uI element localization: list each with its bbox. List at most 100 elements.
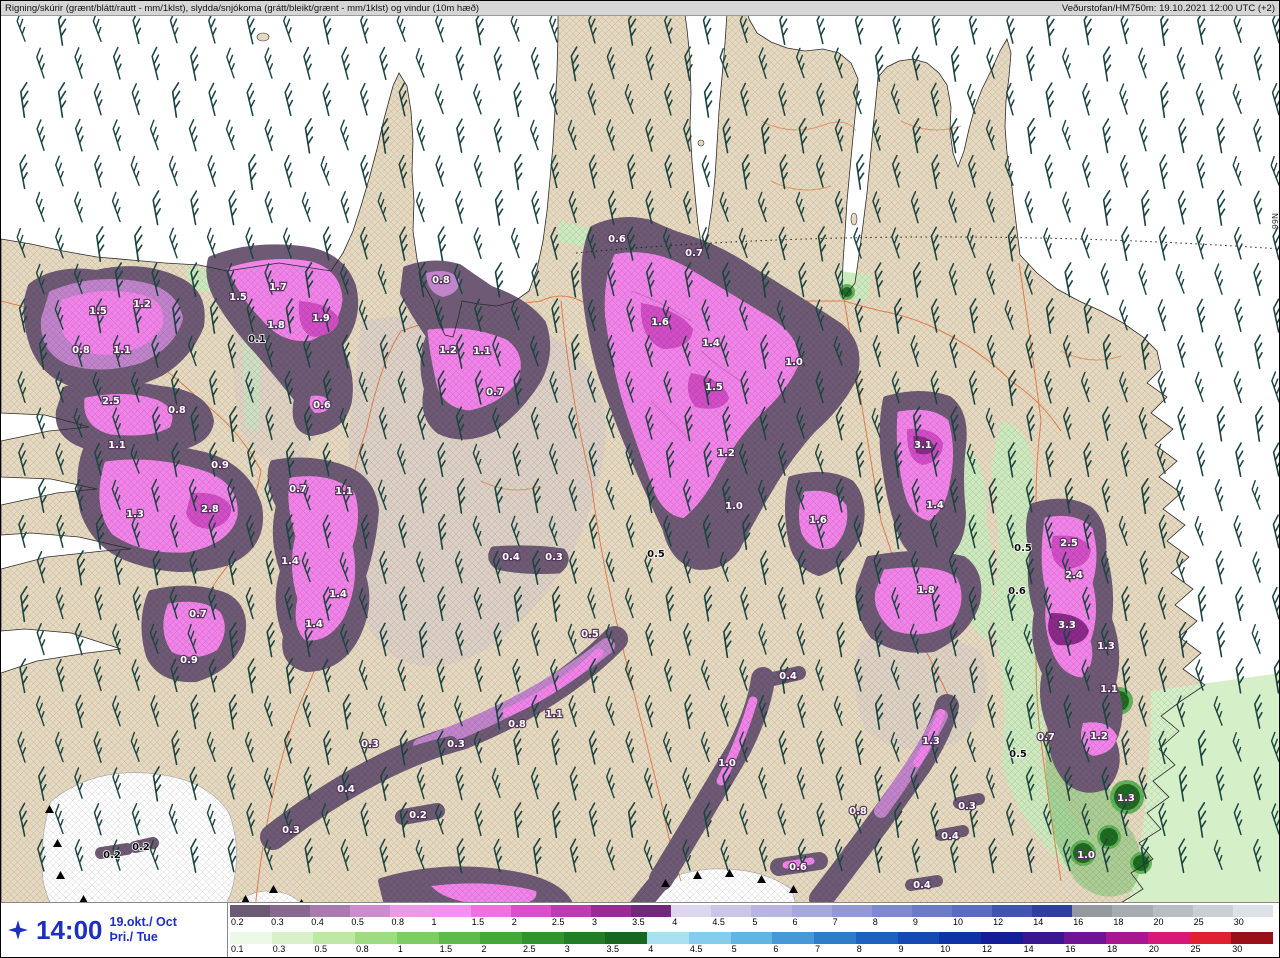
precip-value-label: 0.8 [508, 719, 526, 730]
map-title: Rigning/skúrir (grænt/blátt/rautt - mm/1… [5, 2, 480, 14]
precip-value-label: 0.8 [168, 405, 186, 416]
legend-value: 4.5 [689, 944, 703, 954]
legend-segment [563, 932, 606, 944]
legend-value: 1.5 [471, 917, 485, 927]
forecast-day: Þri./ Tue [109, 930, 158, 944]
rain-scale-values: 0.1 0.3 0.5 0.8 1 1.5 2 2.5 3 3.5 4 4.5 5 6 7 8 9 10 12 14 1… [230, 944, 1273, 955]
precip-value-label: 1.9 [312, 313, 330, 324]
rain-scale-legend: 0.1 0.3 0.5 0.8 1 1.5 2 2.5 3 3.5 4 4.5 5 6 7 8 9 10 12 14 1… [230, 932, 1273, 955]
legend-value: 16 [1073, 917, 1084, 927]
legend-segment [951, 905, 993, 917]
legend-value: 8 [872, 917, 878, 927]
precip-value-label: 1.1 [545, 709, 563, 720]
legend-segment [1231, 932, 1273, 944]
precip-value-label: 0.7 [1037, 732, 1055, 743]
legend-value: 5 [752, 917, 758, 927]
legend-segment [510, 905, 551, 917]
legend-value: 16 [1065, 944, 1076, 954]
legend-segment [230, 932, 272, 944]
legend-segment [550, 905, 591, 917]
precip-value-label: 0.2 [103, 850, 121, 861]
precip-value-label: 0.3 [958, 801, 976, 812]
legend-value: 5 [731, 944, 737, 954]
legend-segment [671, 905, 712, 917]
legend-segment [855, 932, 898, 944]
precip-value-label: 0.4 [941, 831, 959, 842]
precip-value-label: 0.4 [779, 671, 797, 682]
legend-value: 6 [773, 944, 779, 954]
precip-value-label: 1.6 [651, 317, 669, 328]
precip-value-label: 1.2 [717, 448, 735, 459]
legend-segment [470, 905, 511, 917]
precip-value-label: 0.3 [545, 552, 563, 563]
legend-segment [647, 932, 689, 944]
legend-value: 20 [1153, 917, 1164, 927]
legend-value: 1.5 [439, 944, 453, 954]
legend-segment [711, 905, 752, 917]
precip-value-label: 0.3 [282, 825, 300, 836]
legend-value: 3.5 [632, 917, 645, 927]
precip-value-label: 1.4 [926, 500, 944, 511]
precip-value-label: 1.3 [1097, 641, 1115, 652]
precip-value-label: 0.4 [337, 784, 355, 795]
precip-value-label: 0.3 [361, 739, 379, 750]
precip-value-label: 1.0 [718, 758, 736, 769]
legend-segment [911, 905, 952, 917]
legend-segment [270, 905, 311, 917]
legend-segment [522, 932, 564, 944]
precip-value-label: 0.8 [432, 275, 450, 286]
precip-value-label: 0.6 [313, 400, 331, 411]
precip-value-label: 0.5 [647, 549, 665, 560]
legend-value: 3.5 [606, 944, 619, 954]
precip-value-label: 0.7 [289, 484, 307, 495]
snow-scale-bar [230, 905, 1273, 917]
legend-segment [430, 905, 471, 917]
legend-segment [313, 932, 356, 944]
legend-segment [871, 905, 912, 917]
legend-value: 30 [1232, 944, 1243, 954]
precip-value-label: 1.3 [1117, 793, 1135, 804]
legend-segment [396, 932, 439, 944]
precip-value-label: 0.6 [1008, 586, 1026, 597]
legend-segment [1112, 905, 1153, 917]
precip-value-label: 3.3 [1058, 620, 1076, 631]
precip-value-label: 0.7 [189, 609, 207, 620]
legend-value: 0.5 [351, 917, 364, 927]
legend-value: 10 [940, 944, 951, 954]
legend-value: 7 [815, 944, 821, 954]
legend-segment [1192, 905, 1233, 917]
legend-segment [1072, 905, 1113, 917]
legend-segment [438, 932, 481, 944]
legend-value: 25 [1193, 917, 1204, 927]
legend-segment [310, 905, 351, 917]
legend-segment [631, 905, 672, 917]
rain-scale-bar [230, 932, 1273, 944]
legend-value: 9 [912, 917, 918, 927]
precip-value-label: 0.6 [608, 234, 626, 245]
legend-value: 2 [481, 944, 487, 954]
legend-segment [271, 932, 314, 944]
precip-value-label: 0.4 [502, 552, 520, 563]
precip-value-label: 1.4 [281, 556, 299, 567]
legend-value: 30 [1233, 917, 1244, 927]
legend-value: 0.8 [391, 917, 404, 927]
precip-value-label: 1.0 [1077, 850, 1095, 861]
snow-scale-values: 0.2 0.3 0.4 0.5 0.8 1 1.5 2 2.5 3 3.5 4 4.5 5 6 7 8 9 10 12… [230, 917, 1273, 928]
precip-value-label: 0.2 [409, 810, 427, 821]
precip-value-label: 1.0 [785, 357, 803, 368]
precip-value-label: 1.6 [809, 515, 827, 526]
precip-value-label: 0.9 [211, 460, 229, 471]
legend-value: 9 [898, 944, 904, 954]
legend-bar: 14:00 19.okt./ Oct Þri./ Tue 0.2 0.3 0.4 0.… [1, 902, 1279, 957]
precip-value-label: 1.7 [269, 282, 287, 293]
legend-segment [980, 932, 1023, 944]
precip-value-label: 1.4 [305, 619, 323, 630]
precip-value-label: 1.2 [1090, 731, 1108, 742]
legend-value: 0.2 [231, 917, 244, 927]
legend-value: 0.8 [356, 944, 369, 954]
legend-segment [831, 905, 872, 917]
legend-segment [480, 932, 523, 944]
legend-value: 14 [1033, 917, 1044, 927]
precip-value-label: 1.2 [439, 345, 457, 356]
legend-segment [772, 932, 815, 944]
